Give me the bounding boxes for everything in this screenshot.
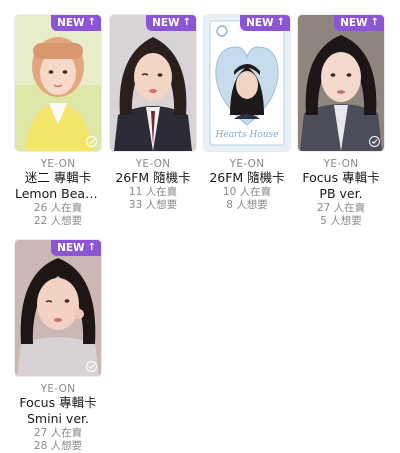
checkmark-icon[interactable] [86,361,97,372]
new-badge-label: NEW [152,17,180,29]
photocard-item[interactable]: NEW ↑ YE-ON Focus 專輯卡 PB ver. 27 人在賣 5 人… [298,15,384,228]
photocard-image[interactable]: NEW ↑ [110,15,196,151]
card-subtitle: Lemon Beach ... [15,186,101,201]
card-subtitle: Smini ver. [26,411,89,426]
arrow-up-icon: ↑ [370,17,379,28]
arrow-up-icon: ↑ [87,17,96,28]
arrow-up-icon: ↑ [182,17,191,28]
photocard-photo: Hearts House [204,15,290,151]
arrow-up-icon: ↑ [276,17,285,28]
new-badge: NEW ↑ [51,15,101,31]
owned-count: 26 人在賣 [33,202,83,214]
new-badge-label: NEW [57,17,85,29]
artist-name: YE-ON [323,158,359,170]
photocard-image[interactable]: NEW ↑ [298,15,384,151]
photocard-item[interactable]: Hearts House NEW ↑ YE-ON 26FM 隨機卡 10 人在賣… [204,15,290,212]
owned-count: 27 人在賣 [33,427,83,439]
photocard-image[interactable]: Hearts House NEW ↑ [204,15,290,151]
checkmark-icon[interactable] [369,136,380,147]
photocard-photo [110,15,196,151]
wanted-count: 5 人想要 [320,215,362,227]
wanted-count: 8 人想要 [226,199,268,211]
new-badge: NEW ↑ [146,15,196,31]
new-badge-label: NEW [246,17,274,29]
card-title: 26FM 隨機卡 [209,170,285,185]
new-badge: NEW ↑ [334,15,384,31]
photocard-item[interactable]: NEW ↑ YE-ON 迷二 專輯卡 Lemon Beach ... 26 人在… [15,15,101,228]
card-title: 26FM 隨機卡 [115,170,191,185]
photocard-photo [298,15,384,151]
svg-text:Hearts House: Hearts House [215,130,279,140]
owned-count: 27 人在賣 [316,202,366,214]
photocard-photo [15,240,101,376]
wanted-count: 33 人想要 [128,199,178,211]
card-title: Focus 專輯卡 [302,170,380,185]
artist-name: YE-ON [40,158,76,170]
owned-count: 11 人在賣 [128,186,178,198]
owned-count: 10 人在賣 [222,186,272,198]
artist-name: YE-ON [229,158,265,170]
artist-name: YE-ON [135,158,171,170]
card-title: 迷二 專輯卡 [24,170,92,185]
new-badge: NEW ↑ [240,15,290,31]
photocard-item[interactable]: NEW ↑ YE-ON Focus 專輯卡 Smini ver. 27 人在賣 … [15,240,101,453]
card-subtitle: PB ver. [319,186,363,201]
photocard-image[interactable]: NEW ↑ [15,15,101,151]
photocard-image[interactable]: NEW ↑ [15,240,101,376]
new-badge-label: NEW [57,242,85,254]
wanted-count: 28 人想要 [33,440,83,452]
photocard-photo [15,15,101,151]
wanted-count: 22 人想要 [33,215,83,227]
new-badge-label: NEW [340,17,368,29]
artist-name: YE-ON [40,383,76,395]
new-badge: NEW ↑ [51,240,101,256]
photocard-item[interactable]: NEW ↑ YE-ON 26FM 隨機卡 11 人在賣 33 人想要 [110,15,196,212]
arrow-up-icon: ↑ [87,242,96,253]
photocard-grid: NEW ↑ YE-ON 迷二 專輯卡 Lemon Beach ... 26 人在… [0,0,400,452]
card-title: Focus 專輯卡 [19,395,97,410]
checkmark-icon[interactable] [86,136,97,147]
